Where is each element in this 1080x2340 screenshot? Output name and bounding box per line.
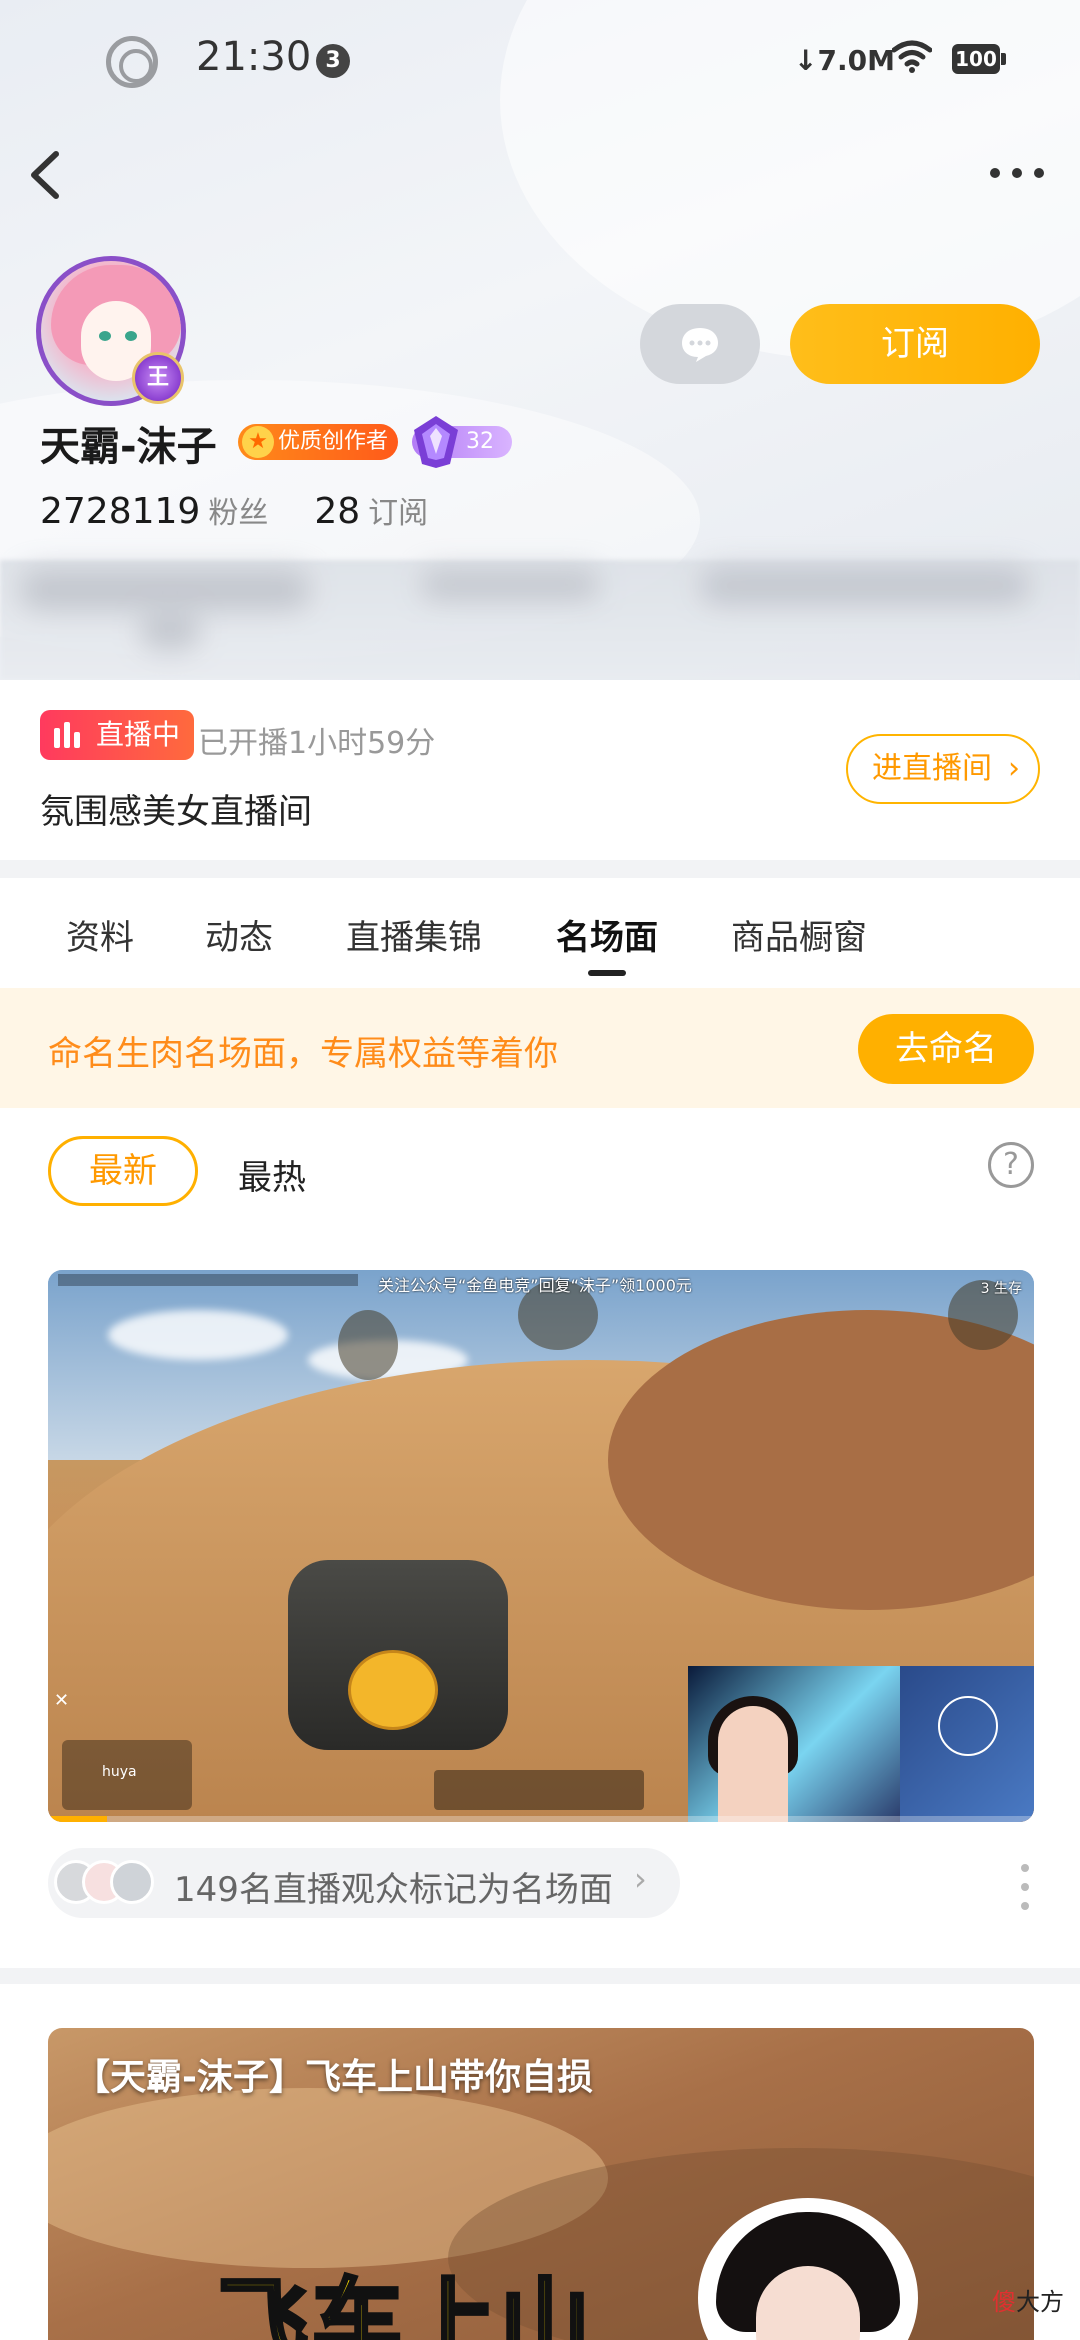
avatar (110, 1860, 154, 1904)
live-title: 氛围感美女直播间 (40, 792, 312, 832)
live-badge: 直播中 (40, 710, 195, 760)
enter-live-button[interactable]: 进直播间 › (846, 734, 1040, 804)
message-icon (682, 328, 718, 362)
watermark: 傻大方 (992, 2288, 1064, 2316)
kebab-icon[interactable] (1020, 1864, 1030, 1910)
subscriptions-label: 订阅 (368, 496, 429, 531)
chevron-right-icon: › (1008, 751, 1020, 786)
live-elapsed: 已开播1小时59分 (198, 726, 436, 761)
minimap (900, 1666, 1034, 1822)
divider (0, 1968, 1080, 1984)
creator-badge: ★ 优质创作者 (238, 424, 399, 460)
profile-tabs: 资料 动态 直播集锦 名场面 商品橱窗 (0, 878, 1080, 988)
subscribe-button[interactable]: 订阅 (790, 304, 1040, 384)
audience-marks-text: 149名直播观众标记为名场面 (174, 1870, 613, 1910)
survivors-count: 3 生存 (980, 1281, 1022, 1297)
notification-count-badge: 3 (316, 44, 350, 78)
blurred-info-band (0, 560, 1080, 680)
battery-icon: 100 (952, 44, 1006, 74)
video-thumbnail[interactable]: 关注公众号“金鱼电竞”回复“沫子”领1000元 3 生存 huya ✕ (48, 1270, 1034, 1822)
help-icon[interactable]: ? (988, 1142, 1034, 1188)
tab-moments[interactable]: 动态 (205, 910, 273, 959)
chevron-right-icon: › (634, 1860, 647, 1898)
filter-hottest-button[interactable]: 最热 (238, 1150, 306, 1199)
video-title: 【天霸-沫子】飞车上山带你自损 (74, 2057, 593, 2098)
tab-profile-info[interactable]: 资料 (66, 910, 134, 959)
status-bar: 21:30 3 ↓7.0M 100 (0, 0, 1080, 120)
fans-label: 粉丝 (208, 496, 269, 531)
crown-icon: 王 (132, 352, 184, 404)
network-speed: ↓7.0M (794, 44, 895, 77)
gem-icon (414, 416, 458, 468)
profile-stats: 2728119 粉丝 28 订阅 (40, 488, 428, 532)
star-icon: ★ (242, 426, 274, 458)
naming-promo-banner: 命名生肉名场面，专属权益等着你 去命名 (0, 988, 1080, 1108)
filter-newest-button[interactable]: 最新 (48, 1136, 198, 1206)
famous-moments-feed: 最新 最热 ? 关注公众号“金鱼电竞”回复“沫子”领1000元 3 生存 huy… (0, 1108, 1080, 2340)
stream-logo: huya (62, 1740, 192, 1810)
tab-active-indicator (588, 970, 626, 976)
more-icon[interactable] (990, 162, 1050, 182)
close-icon: ✕ (54, 1690, 70, 1711)
video-caption: 飞车上山 (216, 2267, 594, 2340)
video-thumbnail[interactable]: 【天霸-沫子】飞车上山带你自损 飞车上山 (48, 2028, 1034, 2340)
subscriptions-count: 28 (314, 491, 361, 532)
message-button[interactable] (640, 304, 760, 384)
video-overlay-text: 关注公众号“金鱼电竞”回复“沫子”领1000元 (378, 1276, 692, 1295)
tab-live-highlights[interactable]: 直播集锦 (346, 910, 482, 959)
tab-shop-window[interactable]: 商品橱窗 (731, 910, 867, 959)
fans-count: 2728119 (40, 491, 201, 532)
live-bars-icon (54, 722, 84, 748)
promo-text: 命名生肉名场面，专属权益等着你 (48, 1034, 558, 1074)
tab-famous-moments[interactable]: 名场面 (556, 910, 658, 959)
username: 天霸-沫子 (40, 424, 217, 470)
live-card[interactable]: 直播中 已开播1小时59分 氛围感美女直播间 进直播间 › (0, 680, 1080, 860)
audience-marks-pill[interactable]: 149名直播观众标记为名场面 › (48, 1848, 680, 1918)
streamer-camera (688, 1666, 900, 1822)
record-icon (106, 36, 158, 88)
back-icon[interactable] (26, 150, 66, 200)
wifi-icon (892, 40, 932, 73)
status-time: 21:30 (196, 34, 312, 80)
video-progress (48, 1816, 1034, 1822)
go-name-button[interactable]: 去命名 (858, 1014, 1034, 1084)
